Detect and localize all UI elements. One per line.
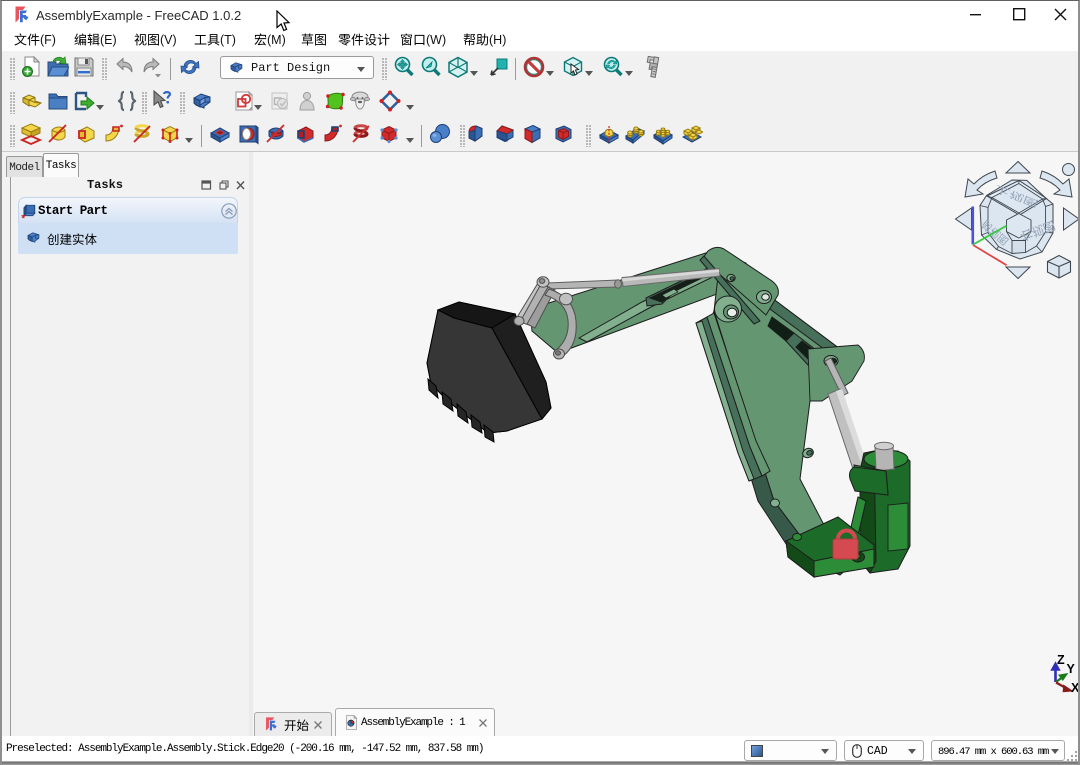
- svg-text:Z: Z: [1057, 653, 1065, 667]
- svg-text:X: X: [1071, 681, 1078, 695]
- svg-text:Y: Y: [1067, 662, 1076, 676]
